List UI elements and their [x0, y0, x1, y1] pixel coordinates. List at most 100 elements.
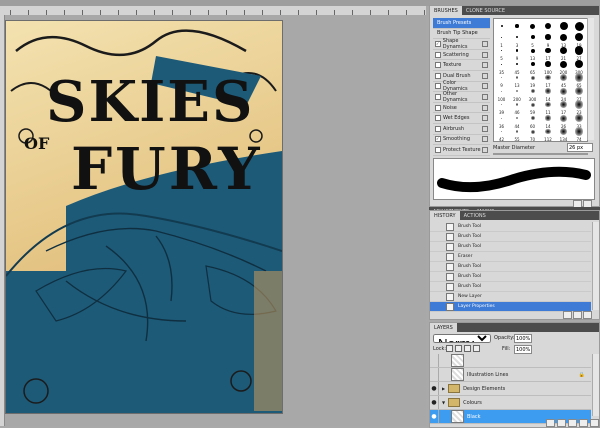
brush-icon	[446, 272, 454, 281]
brush-option[interactable]: Noise	[433, 103, 490, 114]
layer-thumbnail	[451, 354, 464, 367]
lock-icon[interactable]	[482, 136, 488, 143]
lock-icon[interactable]	[482, 62, 488, 69]
brush-option[interactable]: Airbrush	[433, 124, 490, 135]
history-state[interactable]: Brush Tool	[430, 282, 591, 292]
history-state[interactable]: Brush Tool	[430, 272, 591, 282]
tab-actions[interactable]: ACTIONS	[460, 211, 490, 220]
opacity-input[interactable]	[514, 334, 532, 343]
history-state[interactable]: Brush Tool	[430, 222, 591, 232]
lock-transparent-icon[interactable]	[446, 345, 453, 352]
brush-preset[interactable]: 134	[556, 127, 571, 141]
delete-state-button[interactable]	[583, 311, 592, 319]
layer-row[interactable]	[430, 354, 591, 368]
tab-brushes[interactable]: BRUSHES	[430, 6, 462, 15]
lock-icon[interactable]	[482, 125, 488, 132]
master-diameter-input[interactable]	[567, 143, 593, 152]
lock-image-icon[interactable]	[455, 345, 462, 352]
eye-icon[interactable]	[430, 354, 439, 367]
brush-preset[interactable]: 70	[525, 127, 540, 141]
brush-option[interactable]: Brush Presets	[433, 18, 490, 29]
brush-option-checkbox[interactable]	[435, 72, 441, 79]
brush-tip-icon	[545, 34, 551, 40]
brush-option-checkbox[interactable]	[435, 146, 441, 153]
history-state[interactable]: Eraser	[430, 252, 591, 262]
brush-tip-icon	[530, 62, 535, 66]
brush-option-checkbox[interactable]	[435, 115, 441, 122]
lock-icon[interactable]	[482, 72, 488, 79]
history-scrollbar[interactable]	[592, 222, 599, 310]
eye-icon[interactable]	[430, 368, 439, 381]
history-state[interactable]: Brush Tool	[430, 262, 591, 272]
brush-option[interactable]: ✓ Smoothing	[433, 135, 490, 146]
lock-buttons	[446, 345, 480, 352]
brush-option-checkbox[interactable]	[435, 51, 441, 58]
brush-option[interactable]: Other Dynamics	[433, 91, 490, 103]
brush-option-checkbox[interactable]	[435, 125, 441, 132]
lock-position-icon[interactable]	[464, 345, 471, 352]
new-snapshot-button[interactable]	[573, 311, 582, 319]
tab-layers[interactable]: LAYERS	[430, 323, 457, 332]
layers-tabbar: LAYERS	[430, 323, 599, 332]
brush-preset[interactable]: 42	[494, 127, 509, 141]
brush-preset[interactable]: 55	[510, 127, 525, 141]
brush-option[interactable]: Wet Edges	[433, 113, 490, 124]
brushes-tabbar: BRUSHES CLONE SOURCE	[430, 6, 599, 15]
brush-tip-icon	[574, 59, 584, 69]
fill-input[interactable]	[514, 345, 532, 354]
tab-clone-source[interactable]: CLONE SOURCE	[462, 6, 509, 15]
brush-option-label: Wet Edges	[443, 115, 470, 122]
lock-icon[interactable]	[482, 93, 488, 100]
brush-option-checkbox[interactable]	[435, 83, 441, 90]
brush-option[interactable]: Scattering	[433, 50, 490, 61]
brush-option-checkbox[interactable]: ✓	[435, 40, 441, 47]
brush-option[interactable]: ✓ Shape Dynamics	[433, 38, 490, 50]
new-document-from-state-button[interactable]	[563, 311, 572, 319]
brush-option-label: Scattering	[443, 51, 469, 58]
brush-option-checkbox[interactable]	[435, 93, 441, 100]
lock-icon[interactable]	[482, 115, 488, 122]
lock-icon[interactable]	[482, 40, 488, 47]
brush-tip-icon	[574, 86, 584, 96]
brush-tip-icon	[515, 76, 519, 79]
expand-arrow-icon[interactable]: ▼	[442, 400, 445, 405]
brush-tip-icon	[515, 49, 519, 52]
history-state[interactable]: Brush Tool	[430, 232, 591, 242]
lock-icon[interactable]	[482, 104, 488, 111]
tab-history[interactable]: HISTORY	[430, 211, 460, 220]
blend-mode-select[interactable]: Normal	[433, 334, 491, 343]
brush-grid-scrollbar[interactable]	[587, 18, 594, 140]
layers-scrollbar[interactable]	[592, 354, 599, 416]
diameter-slider-track[interactable]	[493, 153, 588, 155]
layer-row[interactable]: ● ▼ Colours	[430, 396, 591, 410]
brush-tip-icon	[545, 128, 551, 135]
history-state[interactable]: Brush Tool	[430, 242, 591, 252]
history-state[interactable]: New Layer	[430, 292, 591, 302]
brush-option-checkbox[interactable]	[435, 62, 441, 69]
brush-tip-icon	[559, 22, 568, 30]
poster-artwork: SKIES OF FURY	[6, 29, 282, 413]
eye-icon[interactable]: ●	[430, 410, 439, 423]
brush-option-checkbox[interactable]: ✓	[435, 136, 441, 143]
brush-option[interactable]: Protect Texture	[433, 145, 490, 156]
brush-preset[interactable]: 112	[541, 127, 556, 141]
layer-row[interactable]: Illustration Lines 🔒	[430, 368, 591, 382]
eye-icon[interactable]: ●	[430, 396, 439, 409]
expand-arrow-icon[interactable]: ▶	[442, 386, 445, 391]
lock-icon[interactable]	[482, 83, 488, 90]
brush-preset-grid[interactable]: 1 3 5 9 13 19 5 9 13 17 21 27 35 45 65 100 200 300 9 13 19 17…	[493, 18, 588, 142]
history-state-label: Brush Tool	[458, 234, 482, 239]
lock-icon[interactable]	[482, 146, 488, 153]
lock-icon[interactable]	[482, 51, 488, 58]
brushes-panel: BRUSHES CLONE SOURCE Brush Presets Brush …	[429, 5, 600, 208]
brush-option-checkbox[interactable]	[435, 104, 441, 111]
eye-icon[interactable]: ●	[430, 382, 439, 395]
brush-preset[interactable]: 74	[572, 127, 587, 141]
layer-row[interactable]: ● ▶ Design Elements	[430, 382, 591, 396]
brush-icon	[446, 252, 454, 261]
lock-all-icon[interactable]	[473, 345, 480, 352]
brush-tip-icon	[574, 32, 584, 42]
history-state-label: Brush Tool	[458, 224, 482, 229]
brush-option[interactable]: Texture	[433, 60, 490, 71]
document-canvas[interactable]: SKIES OF FURY	[5, 20, 283, 414]
